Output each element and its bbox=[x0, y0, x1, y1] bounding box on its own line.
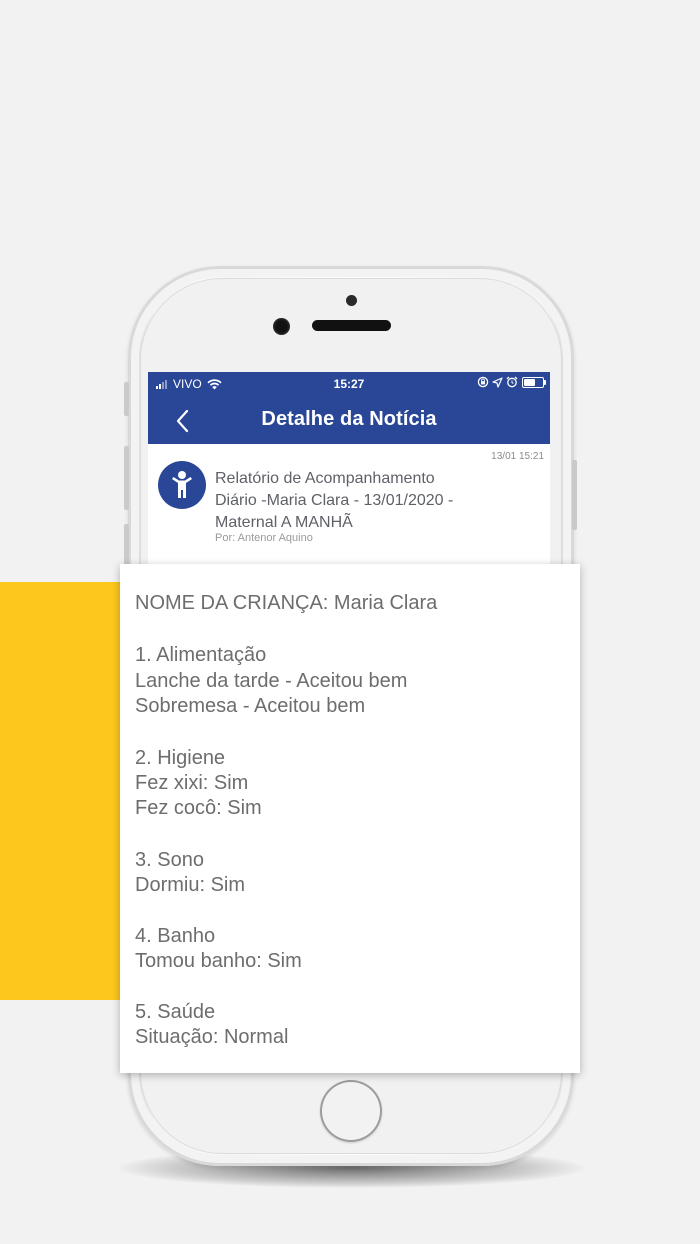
home-button[interactable] bbox=[320, 1080, 382, 1142]
section-heading: 5. Saúde bbox=[135, 1001, 216, 1023]
news-title-line: Diário -Maria Clara - 13/01/2020 - bbox=[215, 492, 454, 509]
section-item: Dormiu: Sim bbox=[135, 874, 246, 896]
section-item: Lanche da tarde - Aceitou bem bbox=[135, 670, 408, 692]
phone-side-button bbox=[124, 382, 129, 416]
section-heading: 2. Higiene bbox=[135, 747, 226, 769]
rotation-lock-icon bbox=[477, 376, 489, 388]
phone-screen: VIVO 15:27 Detalhe da Notícia 13/01 15:2… bbox=[148, 372, 550, 582]
news-avatar bbox=[158, 461, 206, 509]
nav-bar: Detalhe da Notícia bbox=[148, 396, 550, 444]
report-card: NOME DA CRIANÇA: Maria Clara 1. Alimenta… bbox=[120, 564, 580, 1073]
page-title: Detalhe da Notícia bbox=[261, 408, 437, 430]
section-heading: 4. Banho bbox=[135, 925, 216, 947]
news-timestamp: 13/01 15:21 bbox=[491, 451, 544, 462]
section-heading: 3. Sono bbox=[135, 849, 204, 871]
child-icon bbox=[172, 471, 192, 498]
front-camera bbox=[273, 318, 290, 335]
status-right bbox=[474, 376, 546, 388]
news-author: Por: Antenor Aquino bbox=[215, 532, 313, 544]
news-title-line: Relatório de Acompanhamento bbox=[215, 470, 435, 487]
section-item: Fez xixi: Sim bbox=[135, 772, 249, 794]
phone-side-button bbox=[572, 460, 577, 530]
status-bar: VIVO 15:27 bbox=[148, 372, 550, 396]
section-item: Fez cocô: Sim bbox=[135, 797, 262, 819]
phone-side-button bbox=[124, 446, 129, 510]
alarm-icon bbox=[506, 376, 518, 388]
location-icon bbox=[492, 376, 503, 388]
battery-icon bbox=[522, 376, 546, 388]
news-title: Relatório de Acompanhamento Diário -Mari… bbox=[215, 468, 533, 534]
section-item: Sobremesa - Aceitou bem bbox=[135, 695, 366, 717]
proximity-sensor bbox=[346, 295, 357, 306]
app-screenshot: VIVO 15:27 Detalhe da Notícia 13/01 15:2… bbox=[0, 0, 700, 1244]
child-name-line: NOME DA CRIANÇA: Maria Clara bbox=[135, 592, 438, 614]
news-title-line: Maternal A MANHÃ bbox=[215, 514, 353, 531]
section-item: Tomou banho: Sim bbox=[135, 950, 302, 972]
section-item: Situação: Normal bbox=[135, 1026, 289, 1048]
news-item[interactable]: 13/01 15:21 Relatório de Acompanhamento … bbox=[148, 444, 550, 582]
yellow-accent-band bbox=[0, 582, 140, 1000]
earpiece-speaker bbox=[312, 320, 391, 331]
section-heading: 1. Alimentação bbox=[135, 644, 267, 666]
